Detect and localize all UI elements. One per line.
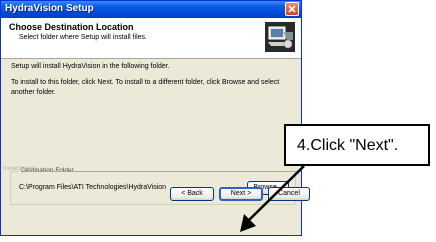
pointer-arrow [240, 165, 305, 232]
